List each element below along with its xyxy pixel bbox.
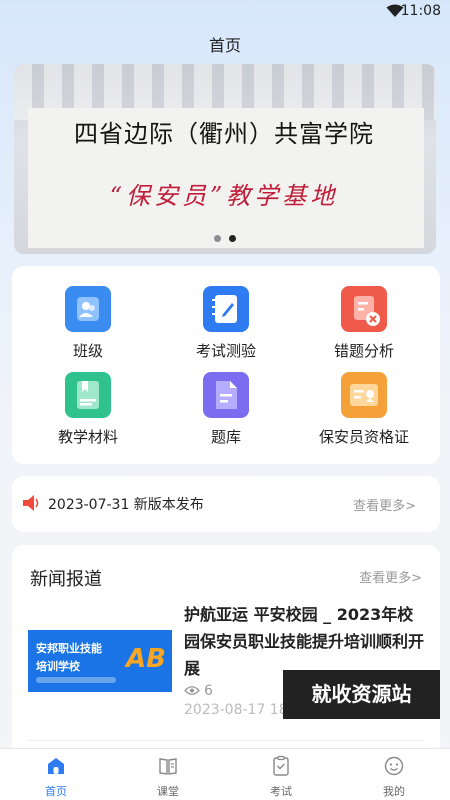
profile-icon: [384, 756, 404, 776]
notice-bar[interactable]: 2023-07-31 新版本发布 查看更多>: [12, 476, 440, 532]
teaching-material-icon: [65, 372, 111, 418]
grid-item-certificate[interactable]: 保安员资格证: [294, 372, 434, 447]
carousel-dot-active[interactable]: [229, 235, 236, 242]
news-more-link[interactable]: 查看更多>: [359, 567, 422, 586]
grid-item-label: 题库: [210, 428, 241, 446]
grid-item-class[interactable]: 班级: [18, 286, 158, 361]
grid-item-label: 错题分析: [333, 342, 394, 360]
question-bank-icon: [203, 372, 249, 418]
news-date: 2023-08-17 18: [184, 702, 288, 718]
tab-label: 我的: [383, 785, 405, 798]
tab-classroom[interactable]: 课堂: [112, 755, 224, 799]
speaker-icon: [23, 495, 39, 511]
certificate-icon: [341, 372, 387, 418]
thumbnail-logo: AB: [126, 644, 166, 674]
tab-exam[interactable]: 考试: [225, 755, 337, 799]
bottom-tab-bar: 首页 课堂 考试 我的: [0, 748, 450, 800]
banner-line-1: 四省边际（衢州）共富学院: [74, 120, 374, 148]
news-section: 新闻报道 查看更多> 安邦职业技能 培训学校 AB 护航亚运 平安校园 _ 20…: [12, 545, 440, 755]
class-icon: [65, 286, 111, 332]
wrong-answer-icon: [341, 286, 387, 332]
page-title: 首页: [208, 36, 241, 55]
status-bar: 11:08: [0, 0, 450, 24]
thumbnail-tags: [36, 677, 116, 683]
view-count: 6: [204, 683, 213, 699]
carousel-dot[interactable]: [214, 235, 221, 242]
clock: 11:08: [400, 3, 441, 19]
news-heading: 新闻报道: [30, 569, 102, 590]
carousel-indicator: [14, 227, 436, 246]
banner-carousel[interactable]: 四省边际（衢州）共富学院 “保安员”教学基地: [14, 64, 436, 254]
grid-item-question-bank[interactable]: 题库: [156, 372, 296, 447]
news-views: 6: [184, 683, 213, 699]
eye-icon: [184, 686, 200, 695]
exam-notebook-icon: [203, 286, 249, 332]
news-thumbnail[interactable]: 安邦职业技能 培训学校 AB: [28, 630, 172, 692]
tab-label: 考试: [270, 785, 292, 798]
grid-item-exam[interactable]: 考试测验: [156, 286, 296, 361]
tab-profile[interactable]: 我的: [338, 755, 450, 799]
thumbnail-text: 培训学校: [36, 660, 80, 673]
exam-icon: [273, 755, 289, 776]
grid-item-label: 班级: [72, 342, 103, 360]
classroom-icon: [159, 758, 177, 775]
grid-item-wrong-analysis[interactable]: 错题分析: [294, 286, 434, 361]
grid-item-label: 教学材料: [57, 428, 118, 446]
tab-label: 课堂: [157, 785, 179, 798]
grid-item-label: 考试测验: [195, 342, 256, 360]
notice-more-link[interactable]: 查看更多>: [353, 495, 416, 514]
grid-item-label: 保安员资格证: [318, 428, 409, 446]
watermark-overlay: 就收资源站: [283, 670, 440, 719]
grid-item-teaching-material[interactable]: 教学材料: [18, 372, 158, 447]
tab-home[interactable]: 首页: [0, 755, 112, 799]
divider: [28, 740, 424, 741]
thumbnail-text: 安邦职业技能: [36, 642, 102, 655]
feature-grid: 班级 考试测验 错题分析 教学材料 题库 保安员资格证: [12, 266, 440, 464]
tab-label: 首页: [45, 785, 67, 798]
home-icon: [48, 758, 64, 774]
notice-text: 2023-07-31 新版本发布: [48, 497, 204, 513]
banner-line-2: “保安员”教学基地: [109, 182, 339, 210]
